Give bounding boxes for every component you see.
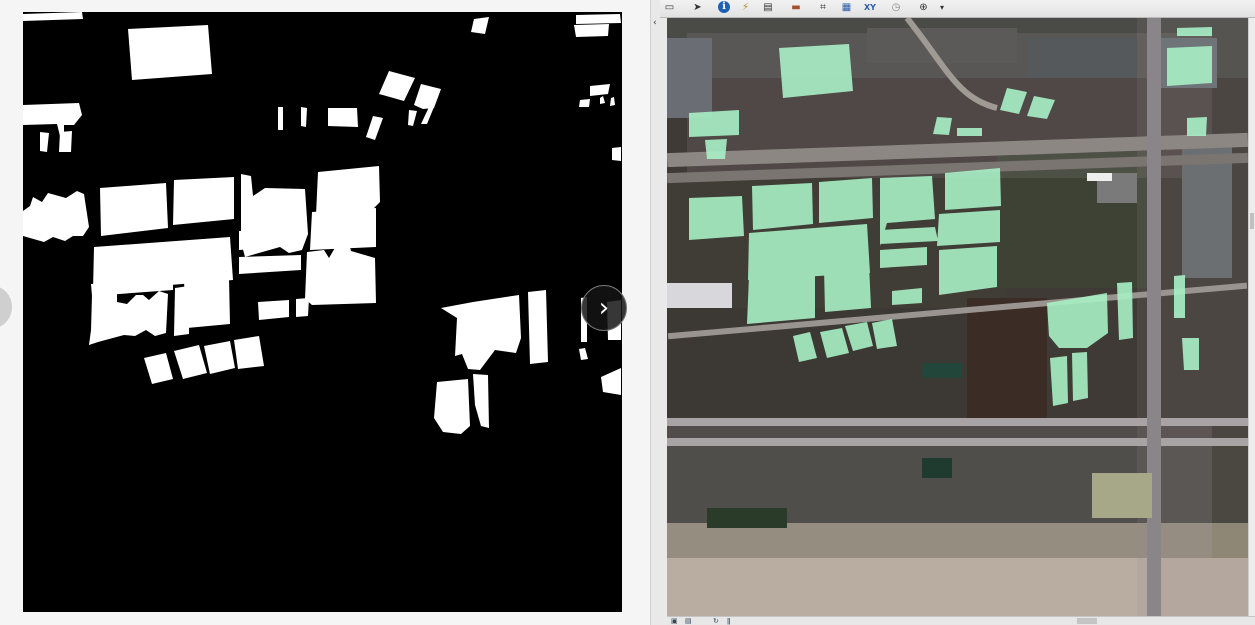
toolbar-options-icon[interactable]: ▾ — [937, 1, 947, 14]
mask-shapes — [23, 12, 621, 434]
vertical-scrollbar[interactable] — [1248, 18, 1255, 616]
panel-splitter[interactable]: ‹ — [650, 0, 667, 625]
hyperlink-icon[interactable]: ▤ — [761, 1, 775, 14]
pause-icon[interactable]: ǁ — [727, 617, 730, 625]
measure-icon[interactable]: ▬ — [789, 1, 803, 14]
layout-view-icon[interactable]: ▣ — [671, 617, 678, 625]
collapse-arrow-icon[interactable]: ‹ — [653, 18, 657, 28]
refresh-icon[interactable]: ↻ — [713, 617, 719, 625]
goto-xy-icon[interactable]: XY — [863, 1, 877, 14]
find-route-icon[interactable]: ▦ — [840, 1, 853, 14]
html-popup-icon[interactable]: ⚡ — [740, 1, 751, 14]
next-image-button[interactable]: › — [581, 285, 627, 331]
find-icon[interactable]: ⌗ — [817, 1, 829, 14]
map-view[interactable] — [667, 18, 1248, 616]
select-arrow-icon[interactable]: ➤ — [692, 1, 703, 14]
data-view-icon[interactable]: ▤ — [685, 617, 692, 625]
satellite-imagery — [667, 18, 1248, 616]
zoom-window-icon[interactable]: ⊕ — [917, 1, 930, 14]
horizontal-scroll-thumb[interactable] — [1077, 618, 1097, 624]
identify-icon[interactable]: ℹ — [718, 1, 730, 13]
time-slider-icon[interactable]: ◷ — [890, 1, 902, 14]
mask-viewer-panel: › — [0, 0, 650, 625]
map-toolbar: ▭ ➤ ℹ ⚡ ▤ ▬ ⌗ ▦ XY ◷ ⊕ ▾ — [660, 0, 1255, 18]
page-icon[interactable]: ▭ — [664, 1, 675, 14]
segmentation-mask-image — [23, 12, 622, 612]
vertical-scroll-thumb[interactable] — [1250, 213, 1254, 229]
previous-image-button[interactable] — [0, 286, 12, 328]
chevron-right-icon: › — [598, 293, 610, 323]
map-status-bar: ▣ ▤ ↻ ǁ — [667, 616, 1255, 625]
